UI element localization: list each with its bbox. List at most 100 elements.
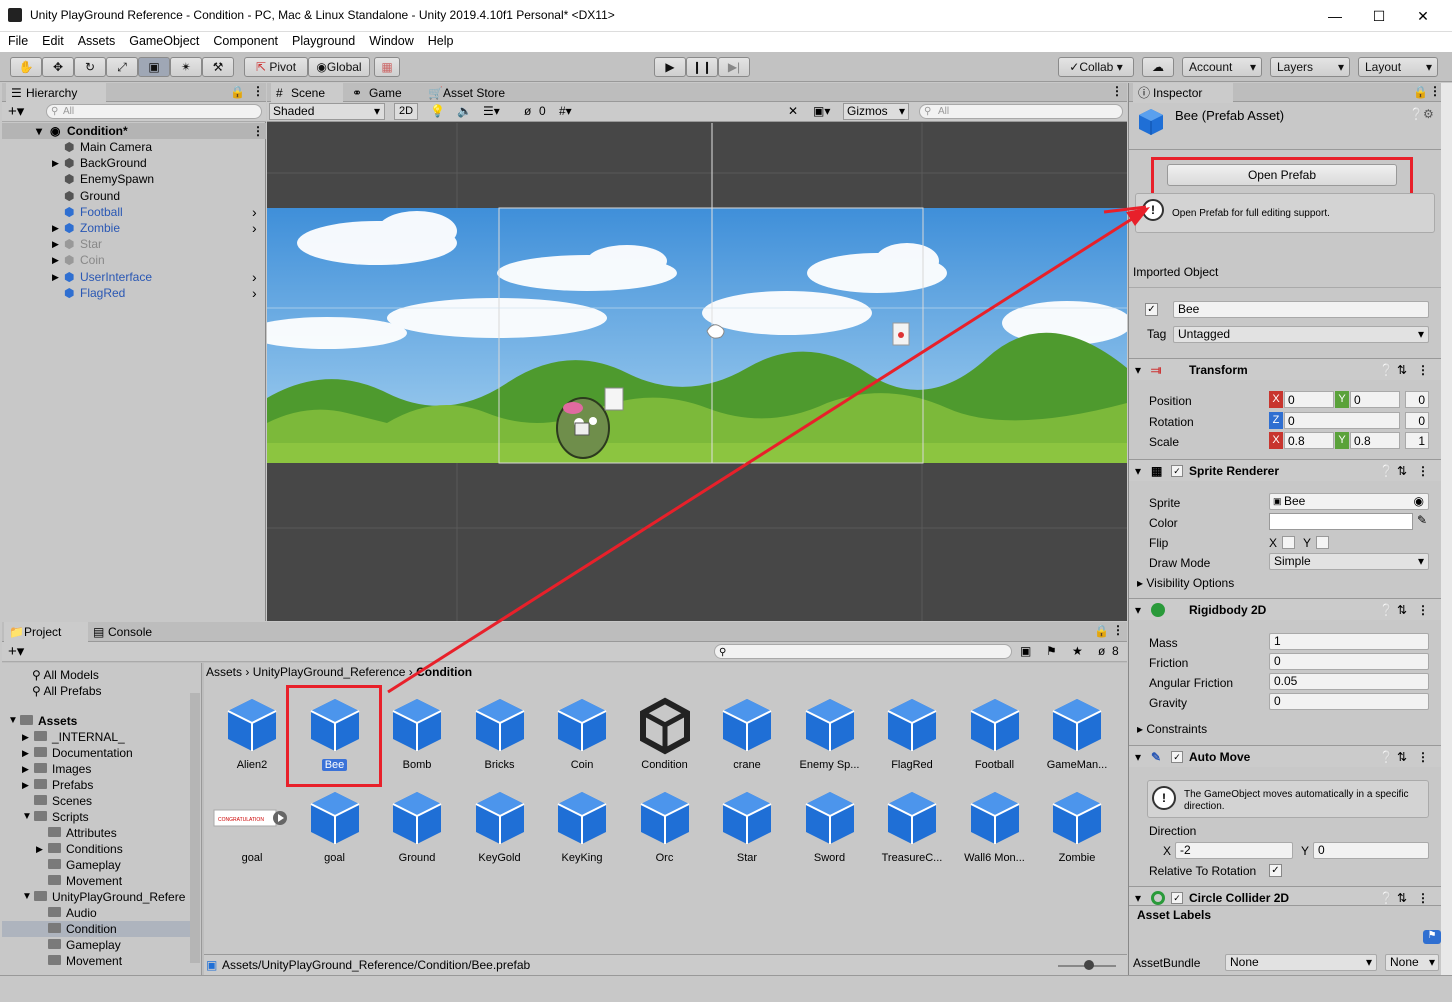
- hierarchy-item[interactable]: ▶ ⬢ Coin: [2, 252, 266, 268]
- hidden-objects-icon[interactable]: ø: [524, 104, 531, 118]
- asset-item[interactable]: KeyGold: [458, 788, 542, 864]
- chevron-right-icon[interactable]: ›: [252, 220, 257, 236]
- asset-item[interactable]: Bricks: [458, 695, 542, 771]
- rotation-z-input[interactable]: 0: [1284, 411, 1400, 429]
- rotate-tool-icon[interactable]: ↻: [74, 57, 106, 77]
- more-options-icon[interactable]: ⋮: [1111, 84, 1123, 98]
- direction-x-input[interactable]: -2: [1175, 842, 1293, 859]
- asset-item[interactable]: TreasureC...: [870, 788, 954, 864]
- inspector-scrollbar[interactable]: [1441, 83, 1452, 975]
- help-icon[interactable]: ❔: [1379, 359, 1394, 381]
- expand-arrow-icon[interactable]: ▶: [52, 236, 59, 252]
- object-name-input[interactable]: Bee: [1173, 301, 1429, 318]
- asset-item[interactable]: goal: [293, 788, 377, 864]
- asset-item[interactable]: Coin: [540, 695, 624, 771]
- rigidbody-field-input[interactable]: 1: [1269, 633, 1429, 650]
- hand-tool-icon[interactable]: ✋: [10, 57, 42, 77]
- folder-tree-item[interactable]: ▶ Conditions: [2, 841, 190, 857]
- hierarchy-item[interactable]: ▶ ⬢ UserInterface ›: [2, 269, 266, 285]
- tag-dropdown[interactable]: Untagged ▾: [1173, 326, 1429, 343]
- tools-icon[interactable]: ✕: [788, 104, 798, 118]
- chevron-right-icon[interactable]: ›: [252, 285, 257, 301]
- asset-item[interactable]: Star: [705, 788, 789, 864]
- help-icon[interactable]: ❔: [1379, 599, 1394, 621]
- shading-mode-dropdown[interactable]: Shaded ▾: [269, 103, 385, 120]
- menu-file[interactable]: File: [0, 32, 34, 52]
- hierarchy-item[interactable]: ⬢ Main Camera: [2, 139, 266, 155]
- rigidbody-field-input[interactable]: 0: [1269, 693, 1429, 710]
- preset-icon[interactable]: ⇅: [1397, 599, 1407, 621]
- transform-x-input[interactable]: 0.8: [1284, 432, 1334, 449]
- scene-viewport[interactable]: [267, 123, 1127, 621]
- chevron-right-icon[interactable]: ›: [252, 269, 257, 285]
- favorite-item[interactable]: ⚲ All Prefabs: [32, 683, 102, 699]
- tab-inspector[interactable]: ⓘ Inspector: [1133, 83, 1233, 103]
- more-options-icon[interactable]: ⋮: [1417, 359, 1429, 381]
- asset-item[interactable]: CONGRATULATION goal: [210, 788, 294, 864]
- breadcrumb-condition[interactable]: Condition: [416, 665, 472, 679]
- preset-icon[interactable]: ⇅: [1397, 746, 1407, 768]
- expand-arrow-icon[interactable]: ▼: [22, 809, 32, 825]
- assetbundle-dropdown[interactable]: None ▾: [1225, 954, 1377, 971]
- hierarchy-item[interactable]: ⬢ Ground: [2, 188, 266, 204]
- direction-y-input[interactable]: 0: [1313, 842, 1429, 859]
- flip-x-checkbox[interactable]: [1282, 536, 1295, 549]
- lock-icon[interactable]: 🔒: [1094, 624, 1109, 638]
- folder-tree-item[interactable]: Scenes: [2, 793, 190, 809]
- enabled-checkbox[interactable]: ✓: [1171, 892, 1183, 904]
- constraints-foldout[interactable]: ▸ Constraints: [1137, 721, 1207, 737]
- layout-dropdown[interactable]: Layout ▾: [1358, 57, 1438, 77]
- transform-z-input[interactable]: 1: [1405, 432, 1429, 449]
- grid-snap-button[interactable]: ▦: [374, 57, 400, 77]
- more-options-icon[interactable]: ⋮: [1112, 623, 1124, 637]
- collapse-arrow-icon[interactable]: ▶: [22, 729, 29, 745]
- minimize-button[interactable]: —: [1312, 0, 1358, 32]
- collapse-arrow-icon[interactable]: ▶: [22, 761, 29, 777]
- flip-y-checkbox[interactable]: [1316, 536, 1329, 549]
- scene-search-input[interactable]: ⚲ All: [919, 104, 1123, 119]
- expand-arrow-icon[interactable]: ▾: [36, 123, 42, 139]
- expand-arrow-icon[interactable]: ▼: [8, 713, 18, 729]
- collapse-arrow-icon[interactable]: ▾: [1135, 599, 1141, 621]
- tab-console[interactable]: ▤ Console: [88, 622, 172, 642]
- breadcrumb-assets[interactable]: Assets: [206, 665, 242, 679]
- asset-item[interactable]: Orc: [623, 788, 707, 864]
- move-tool-icon[interactable]: ✥: [42, 57, 74, 77]
- more-options-icon[interactable]: ⋮: [1429, 84, 1441, 98]
- hidden-packages-icon[interactable]: ø: [1098, 644, 1105, 658]
- menu-gameobject[interactable]: GameObject: [121, 32, 205, 52]
- custom-tool-icon[interactable]: ⚒: [202, 57, 234, 77]
- collapse-arrow-icon[interactable]: ▾: [1135, 359, 1141, 381]
- hierarchy-item[interactable]: ▶ ⬢ BackGround: [2, 155, 266, 171]
- asset-item[interactable]: Football: [953, 695, 1037, 771]
- visibility-options-foldout[interactable]: ▸ Visibility Options: [1137, 575, 1234, 591]
- menu-playground[interactable]: Playground: [284, 32, 361, 52]
- chevron-right-icon[interactable]: ›: [252, 204, 257, 220]
- favorite-item[interactable]: ⚲ All Models: [32, 667, 99, 683]
- variant-dropdown[interactable]: None ▾: [1385, 954, 1439, 971]
- transform-x-input[interactable]: 0: [1284, 391, 1334, 408]
- transform-y-input[interactable]: 0.8: [1350, 432, 1400, 449]
- collapse-arrow-icon[interactable]: ▶: [36, 841, 43, 857]
- help-icon[interactable]: ❔: [1379, 460, 1394, 482]
- audio-icon[interactable]: 🔈: [457, 104, 472, 118]
- menu-assets[interactable]: Assets: [70, 32, 122, 52]
- open-prefab-button[interactable]: Open Prefab: [1167, 164, 1397, 186]
- asset-item[interactable]: FlagRed: [870, 695, 954, 771]
- folder-tree-item[interactable]: Condition: [2, 921, 190, 937]
- color-field[interactable]: [1269, 513, 1413, 530]
- collapse-arrow-icon[interactable]: ▾: [1135, 460, 1141, 482]
- scene-row[interactable]: ▾ ◉ Condition* ⋮: [2, 123, 266, 139]
- asset-item[interactable]: Condition: [623, 695, 707, 771]
- active-checkbox[interactable]: ✓: [1145, 303, 1158, 316]
- hierarchy-item[interactable]: ▶ ⬢ Zombie ›: [2, 220, 266, 236]
- asset-item[interactable]: Zombie: [1035, 788, 1119, 864]
- add-icon[interactable]: +▾: [8, 102, 24, 120]
- collapse-arrow-icon[interactable]: ▾: [1135, 746, 1141, 768]
- asset-item[interactable]: Sword: [788, 788, 872, 864]
- folder-tree-item[interactable]: ▼ Assets: [2, 713, 190, 729]
- folder-tree-item[interactable]: ▶ Prefabs: [2, 777, 190, 793]
- gear-icon[interactable]: ⚙: [1423, 107, 1434, 121]
- eyedropper-icon[interactable]: ✎: [1417, 513, 1427, 527]
- search-by-type-icon[interactable]: ▣: [1020, 644, 1031, 658]
